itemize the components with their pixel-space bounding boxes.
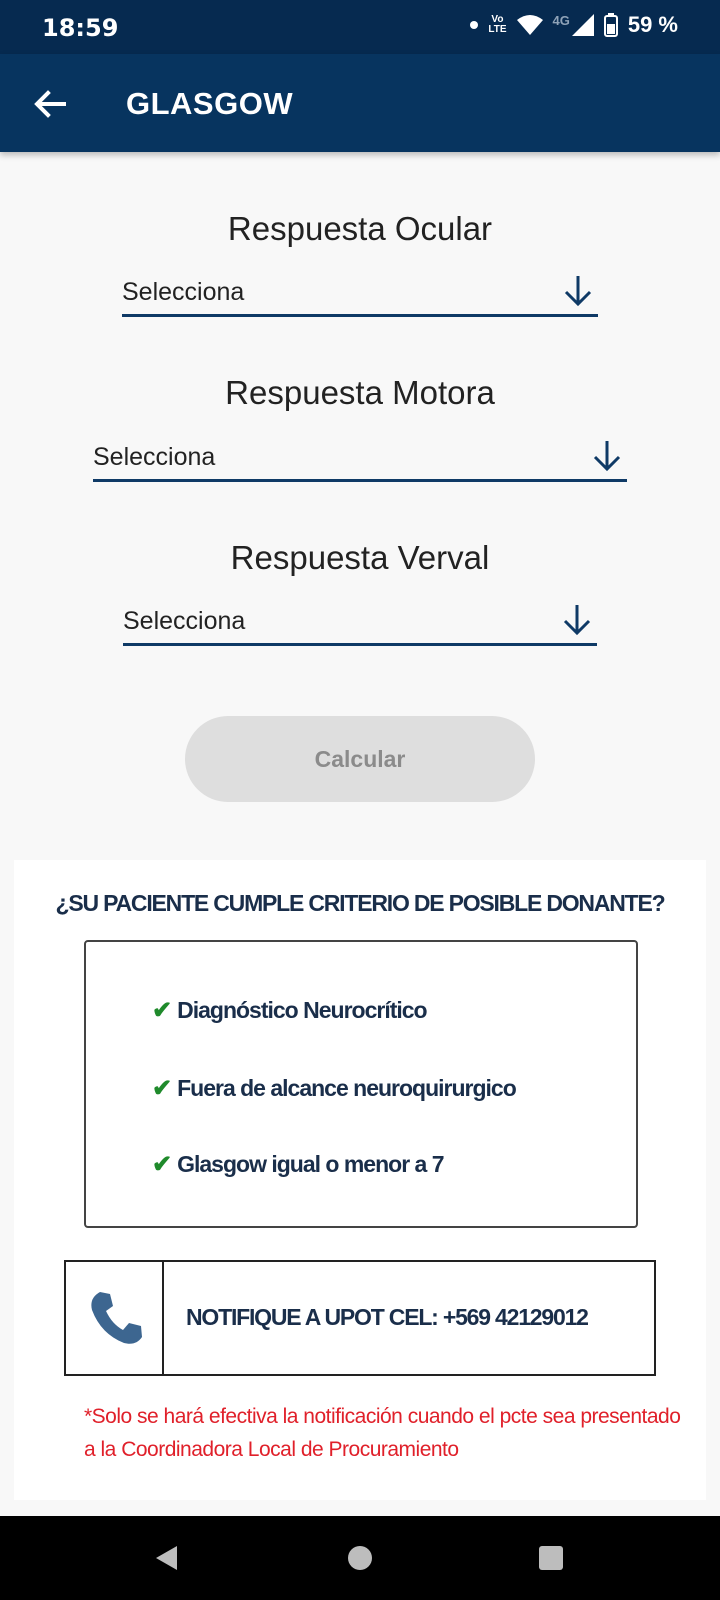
motora-dropdown[interactable]: Selecciona — [93, 433, 627, 482]
wifi-icon — [516, 15, 543, 35]
criteria-text: Diagnóstico Neurocrítico — [177, 997, 427, 1023]
verval-dropdown[interactable]: Selecciona — [123, 597, 597, 646]
ocular-label: Respuesta Ocular — [227, 210, 493, 247]
arrow-left-icon[interactable] — [30, 84, 70, 124]
arrow-down-icon — [563, 605, 591, 636]
check-icon: ✔ — [152, 1075, 172, 1102]
status-time: 18:59 — [42, 14, 119, 42]
notification-note: *Solo se hará efectiva la notificación c… — [84, 1405, 681, 1461]
criteria-item: ✔ Fuera de alcance neuroquirurgico — [152, 1074, 517, 1103]
network-label: 4G — [552, 12, 570, 28]
battery-level: 59 % — [627, 12, 678, 37]
criteria-text: Glasgow igual o menor a 7 — [177, 1151, 444, 1177]
criteria-box: ✔ Diagnóstico Neurocrítico ✔ Fuera de al… — [84, 940, 638, 1228]
home-nav-icon[interactable] — [346, 1544, 374, 1572]
status-bar: 18:59 Vo LTE 4G 59 % — [0, 0, 720, 54]
motora-value: Selecciona — [93, 443, 216, 471]
volte-icon: Vo LTE — [488, 14, 507, 35]
status-icons: Vo LTE 4G 59 % — [470, 12, 678, 38]
criteria-item: ✔ Glasgow igual o menor a 7 — [152, 1150, 445, 1179]
check-icon: ✔ — [152, 1151, 172, 1178]
ocular-dropdown[interactable]: Selecciona — [122, 268, 598, 317]
check-icon: ✔ — [152, 997, 172, 1024]
phone-icon — [91, 1292, 142, 1344]
app-bar: GLASGOW — [0, 54, 720, 152]
criteria-item: ✔ Diagnóstico Neurocrítico — [152, 996, 428, 1025]
donor-question: ¿SU PACIENTE CUMPLE CRITERIO DE POSIBLE … — [55, 890, 665, 916]
signal-icon — [571, 14, 594, 36]
battery-icon — [603, 13, 618, 37]
verval-label: Respuesta Verval — [230, 539, 490, 576]
ocular-value: Selecciona — [122, 278, 245, 306]
system-nav-bar — [0, 1516, 720, 1600]
donor-criteria-card: ¿SU PACIENTE CUMPLE CRITERIO DE POSIBLE … — [14, 860, 706, 1500]
notify-text: NOTIFIQUE A UPOT CEL: +569 42129012 — [186, 1304, 589, 1330]
notification-dot-icon — [470, 21, 479, 29]
criteria-text: Fuera de alcance neuroquirurgico — [177, 1075, 517, 1101]
arrow-down-icon — [564, 276, 592, 307]
page-title: GLASGOW — [126, 86, 294, 121]
verval-value: Selecciona — [123, 607, 246, 635]
arrow-down-icon — [593, 441, 621, 472]
notify-box: NOTIFIQUE A UPOT CEL: +569 42129012 — [64, 1260, 656, 1376]
recents-nav-icon[interactable] — [537, 1544, 565, 1572]
calculate-button[interactable]: Calcular — [185, 716, 535, 802]
phone-cell — [66, 1262, 164, 1374]
back-nav-icon[interactable] — [153, 1544, 181, 1572]
motora-label: Respuesta Motora — [225, 374, 495, 411]
